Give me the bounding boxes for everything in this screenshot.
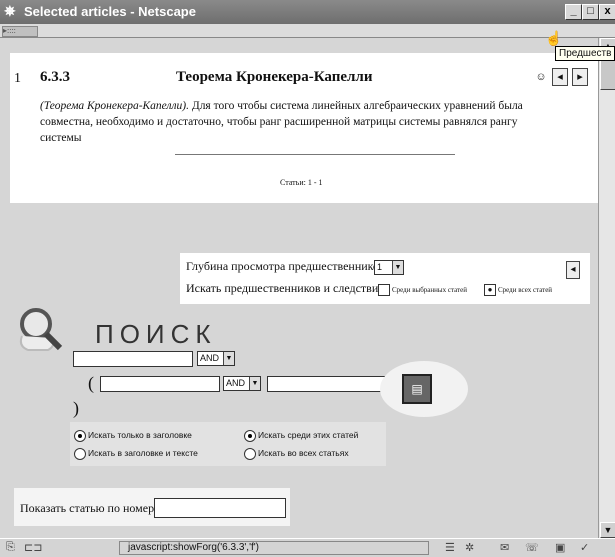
- search-input-3[interactable]: [267, 376, 387, 392]
- show-article-panel: Показать статью по номеру:: [14, 488, 290, 526]
- status-text: javascript:showForg('6.3.3','f'): [119, 541, 429, 555]
- divider: [175, 154, 455, 155]
- among-these-label: Искать среди этих статей: [258, 430, 359, 440]
- search-input-2[interactable]: [100, 376, 220, 392]
- title-bar: ✵ Selected articles - Netscape _ □ x: [0, 0, 615, 24]
- title-and-text-label: Искать в заголовке и тексте: [88, 448, 198, 458]
- article-nav-icons: ☺ ◂ ▸: [534, 67, 592, 86]
- selected-articles-checkbox[interactable]: [378, 284, 390, 296]
- title-only-label: Искать только в заголовке: [88, 430, 192, 440]
- depth-value: 1: [377, 262, 383, 272]
- minimize-button[interactable]: _: [565, 4, 582, 20]
- composer-icon[interactable]: ▣: [555, 541, 565, 554]
- chevron-down-icon[interactable]: ▼: [392, 261, 403, 274]
- among-all-radio[interactable]: [244, 448, 256, 460]
- connection-icon: ⎘: [6, 541, 15, 553]
- operator-select-2[interactable]: AND ▼: [223, 376, 261, 391]
- chevron-down-icon[interactable]: ▼: [249, 377, 260, 390]
- all-articles-checkbox[interactable]: ●: [484, 284, 496, 296]
- security-icon[interactable]: ✲: [465, 541, 474, 554]
- search-options: Искать только в заголовке Искать в загол…: [70, 422, 386, 466]
- article-card: 1 6.3.3 Теорема Кронекера-Капелли ☺ ◂ ▸ (Т…: [10, 53, 598, 203]
- mail-icon[interactable]: ✉: [500, 541, 509, 554]
- search-go-icon[interactable]: ▤: [402, 374, 432, 404]
- search-input-1[interactable]: [73, 351, 193, 367]
- maximize-button[interactable]: □: [582, 4, 599, 20]
- info-icon[interactable]: ☺: [534, 69, 548, 85]
- operator-value-2: AND: [226, 378, 246, 388]
- previous-icon[interactable]: ◂: [552, 68, 568, 86]
- article-stats: Статьи: 1 - 1: [280, 178, 323, 187]
- close-paren: ): [73, 398, 79, 418]
- back-arrow-icon[interactable]: ◂: [566, 261, 580, 279]
- among-these-radio[interactable]: [244, 430, 256, 442]
- article-code: 6.3.3: [40, 69, 70, 85]
- article-body: (Теорема Кронекера-Капелли). Для того чт…: [40, 98, 560, 146]
- close-button[interactable]: x: [599, 4, 615, 20]
- depth-label: Глубина просмотра предшественников:: [186, 259, 388, 273]
- progress-icon: ⊏⊐: [24, 542, 43, 554]
- vertical-scrollbar[interactable]: ▲ ▼: [598, 38, 615, 538]
- title-and-text-radio[interactable]: [74, 448, 86, 460]
- page-content: 1 6.3.3 Теорема Кронекера-Капелли ☺ ◂ ▸ (Т…: [0, 38, 598, 538]
- toolbar-strip: ▸::::: [0, 24, 615, 38]
- tooltip: Предшеств: [555, 46, 615, 61]
- article-title: Теорема Кронекера-Капелли: [176, 69, 373, 85]
- discussions-icon[interactable]: ☏: [525, 541, 539, 554]
- among-all-label: Искать во всех статьях: [258, 448, 349, 458]
- title-only-radio[interactable]: [74, 430, 86, 442]
- predecessors-panel: Глубина просмотра предшественников: 1 ▼ …: [180, 253, 590, 304]
- article-number-input[interactable]: [154, 498, 286, 518]
- window-title: Selected articles - Netscape: [24, 4, 196, 19]
- show-article-label: Показать статью по номеру:: [20, 501, 164, 515]
- operator-value-1: AND: [200, 353, 220, 363]
- component-bar-icon[interactable]: ☰: [445, 541, 455, 554]
- depth-select[interactable]: 1 ▼: [374, 260, 404, 275]
- hand-cursor-icon: ☝: [545, 32, 563, 47]
- article-lead: (Теорема Кронекера-Капелли).: [40, 100, 189, 112]
- operator-select-1[interactable]: AND ▼: [197, 351, 235, 366]
- netscape-icon: ✵: [4, 3, 16, 19]
- search-predecessors-label: Искать предшественников и следствия: [186, 281, 384, 295]
- scroll-down-icon[interactable]: ▼: [600, 522, 615, 538]
- selected-articles-label: Среди выбранных статей: [392, 286, 467, 294]
- article-index: 1: [14, 71, 21, 86]
- checkmark-icon[interactable]: ✓: [580, 541, 589, 554]
- chevron-down-icon[interactable]: ▼: [223, 352, 234, 365]
- toolbar-grip-icon[interactable]: ▸::::: [2, 26, 38, 37]
- next-icon[interactable]: ▸: [572, 68, 588, 86]
- magnifier-icon: [19, 308, 63, 351]
- search-heading: ПОИСК: [95, 319, 217, 349]
- all-articles-label: Среди всех статей: [498, 286, 553, 294]
- open-paren: (: [88, 373, 94, 393]
- status-bar: ⎘ ⊏⊐ javascript:showForg('6.3.3','f') ☰ …: [0, 538, 615, 557]
